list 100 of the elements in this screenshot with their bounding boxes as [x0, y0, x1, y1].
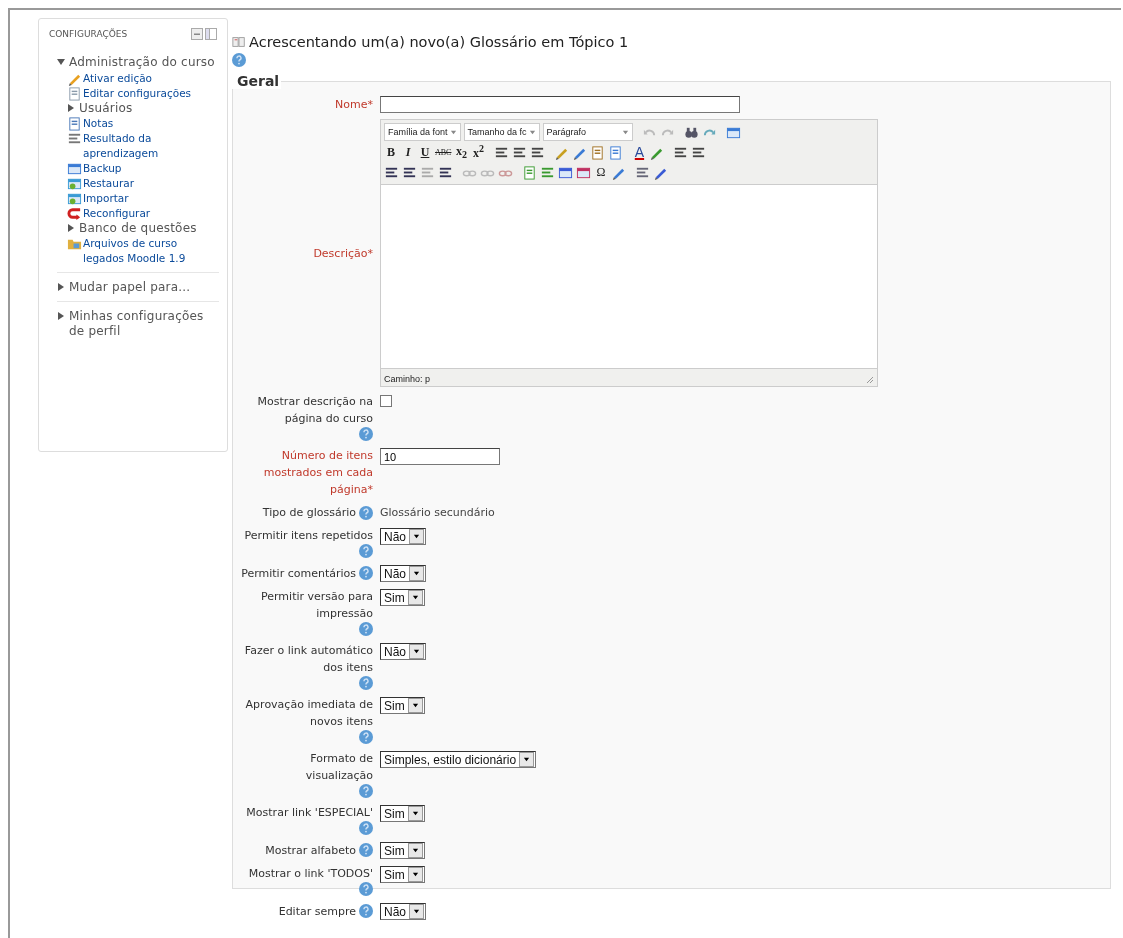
caret-icon [411, 871, 419, 878]
caret-icon [523, 756, 531, 763]
help-icon[interactable] [359, 882, 373, 896]
window-icon [67, 176, 82, 191]
toolbar-dropdown[interactable]: Tamanho da fc [463, 123, 540, 141]
select-dropdown[interactable]: Sim [380, 866, 425, 883]
caret-icon [411, 594, 419, 601]
document-icon [67, 86, 82, 101]
select-dropdown[interactable]: Sim [380, 842, 425, 859]
format-button[interactable]: U [418, 144, 432, 160]
select-dropdown[interactable]: Não [380, 528, 426, 545]
field-label: Mostrar o link 'TODOS' [248, 866, 373, 882]
section-legend: Geral [231, 73, 282, 89]
expand-arrow-icon[interactable] [67, 224, 75, 232]
help-icon[interactable] [359, 505, 373, 520]
text-field[interactable] [380, 96, 740, 113]
format-button[interactable]: B [384, 144, 398, 160]
caret-icon [413, 533, 420, 540]
tree-node[interactable]: Mudar papel para... [69, 280, 191, 295]
help-icon[interactable] [359, 676, 373, 690]
resize-handle-icon[interactable] [866, 376, 874, 384]
field-label: Permitir versão para impressão [260, 589, 373, 622]
help-icon[interactable] [359, 622, 373, 636]
select-dropdown[interactable]: Sim [380, 805, 425, 822]
field-label: Tipo de glossário [262, 505, 356, 521]
help-icon[interactable] [359, 427, 373, 441]
block-title: CONFIGURAÇÕES [49, 29, 128, 39]
caret-icon [411, 702, 419, 709]
field-label: Editar sempre [278, 903, 356, 920]
help-icon[interactable] [359, 566, 373, 580]
select-dropdown[interactable]: Sim [380, 589, 425, 606]
tree-node[interactable]: Administração do curso [69, 55, 215, 70]
caret-icon [411, 847, 419, 854]
caret-icon [411, 810, 419, 817]
help-icon[interactable] [359, 730, 373, 744]
caret-icon [413, 908, 420, 915]
sidebar-link[interactable]: Notas [83, 116, 114, 131]
field-label: Descrição* [313, 245, 373, 262]
help-icon[interactable] [359, 784, 373, 798]
caret-icon [413, 648, 420, 655]
format-button[interactable]: ABC [435, 147, 452, 157]
field-label: Número de itens mostrados em cada página* [262, 448, 373, 498]
sidebar-link[interactable]: Resultado da aprendizagem [83, 131, 219, 161]
book-icon [232, 35, 246, 49]
field-label: Aprovação imediata de novos itens [244, 697, 373, 730]
select-dropdown[interactable]: Simples, estilo dicionário [380, 751, 537, 768]
field-label: Fazer o link automático dos itens [243, 643, 373, 676]
select-dropdown[interactable]: Não [380, 565, 426, 582]
list-icon [67, 131, 82, 146]
field-label: Mostrar link 'ESPECIAL' [246, 805, 373, 821]
format-button[interactable]: A [632, 144, 647, 160]
window-icon [67, 161, 82, 176]
page-title: Acrescentando um(a) novo(a) Glossário em Tópico 1 [249, 34, 629, 50]
text-field[interactable]: 10 [380, 448, 500, 465]
sidebar-link[interactable]: Ativar edição [83, 71, 152, 86]
caret-icon [528, 128, 536, 136]
field-value: Glossário secundário [380, 506, 495, 519]
toolbar-dropdown[interactable]: Parágrafo [542, 123, 633, 141]
help-icon[interactable] [359, 821, 373, 835]
select-dropdown[interactable]: Sim [380, 697, 425, 714]
caret-icon [413, 570, 420, 577]
field-label: Permitir itens repetidos [244, 528, 373, 544]
sidebar-link[interactable]: Restaurar [83, 176, 135, 191]
dock-icons[interactable] [191, 27, 219, 41]
help-icon[interactable] [359, 904, 373, 918]
rich-text-editor[interactable]: Família da font Tamanho da fc Parágrafo B I U ABC x$_{2}$ x$^{2}$ A Ω Caminho: p [380, 119, 878, 387]
format-button[interactable]: Ω [594, 164, 608, 180]
caret-icon [621, 128, 629, 136]
field-label: Nome* [335, 96, 373, 113]
help-icon[interactable] [232, 53, 246, 67]
format-button[interactable]: x$^{2}$ [471, 143, 486, 161]
sidebar-link[interactable]: Reconfigurar [83, 206, 151, 221]
field-label: Mostrar alfabeto [265, 842, 356, 859]
sidebar-link[interactable]: Importar [83, 191, 129, 206]
collapse-arrow-icon[interactable] [57, 58, 65, 66]
tree-node[interactable]: Banco de questões [79, 221, 197, 236]
field-label: Permitir comentários [241, 565, 356, 582]
help-icon[interactable] [359, 843, 373, 857]
toolbar-dropdown[interactable]: Família da font [384, 123, 461, 141]
expand-arrow-icon[interactable] [57, 283, 65, 291]
tree-node[interactable]: Minhas configurações de perfil [69, 309, 219, 339]
checkbox[interactable] [380, 395, 392, 407]
expand-arrow-icon[interactable] [67, 104, 75, 112]
select-dropdown[interactable]: Não [380, 643, 426, 660]
sidebar-link[interactable]: Backup [83, 161, 122, 176]
format-button[interactable]: x$_{2}$ [454, 143, 469, 161]
field-label: Mostrar descrição na página do curso [256, 394, 373, 427]
field-label: Formato de visualização [304, 751, 373, 784]
sidebar-link[interactable]: Editar configurações [83, 86, 192, 101]
grades-icon [67, 116, 82, 131]
caret-icon [449, 128, 457, 136]
window-icon [67, 191, 82, 206]
tree-node[interactable]: Usuários [79, 101, 133, 116]
select-dropdown[interactable]: Não [380, 903, 426, 920]
return-arrow-icon [67, 206, 82, 221]
expand-arrow-icon[interactable] [57, 312, 65, 320]
format-button[interactable]: I [401, 144, 415, 160]
sidebar-link[interactable]: Arquivos de curso legados Moodle 1.9 [83, 236, 219, 266]
editor-path: Caminho: p [384, 374, 431, 384]
help-icon[interactable] [359, 544, 373, 558]
